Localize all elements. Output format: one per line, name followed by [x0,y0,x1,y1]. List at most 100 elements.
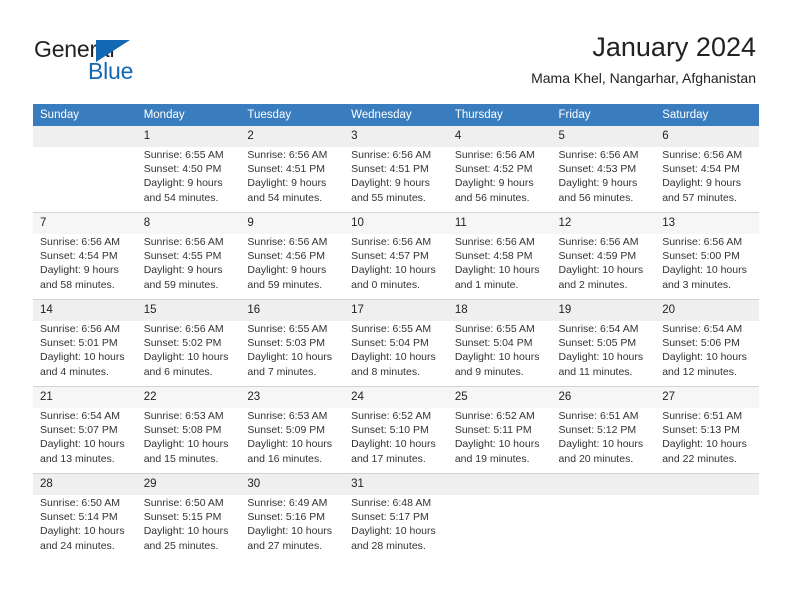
calendar-day-cell[interactable]: 18 Sunrise: 6:55 AM Sunset: 5:04 PM Dayligh… [447,299,552,387]
daylight-text-line1: Daylight: 10 hours [143,438,229,451]
calendar-day-cell[interactable]: 17 Sunrise: 6:55 AM Sunset: 5:04 PM Dayligh… [344,299,448,387]
daylight-text-line1: Daylight: 9 hours [40,264,119,277]
sunrise-text: Sunrise: 6:56 AM [662,149,743,161]
day-number-band: 21 [33,387,137,408]
calendar-day-cell[interactable]: 30 Sunrise: 6:49 AM Sunset: 5:16 PM Dayligh… [240,473,345,560]
weekday-header-wednesday: Wednesday [344,104,448,126]
day-cell-inner [655,474,759,560]
calendar-day-cell[interactable]: 15 Sunrise: 6:56 AM Sunset: 5:02 PM Dayligh… [136,299,241,387]
day-cell-inner: 17 Sunrise: 6:55 AM Sunset: 5:04 PM Dayligh… [344,300,448,386]
daylight-text-line2: and 12 minutes. [662,365,737,378]
daylight-text-line1: Daylight: 10 hours [40,525,125,538]
calendar-day-cell[interactable]: 25 Sunrise: 6:52 AM Sunset: 5:11 PM Dayligh… [447,386,552,474]
calendar-day-cell[interactable]: 3 Sunrise: 6:56 AM Sunset: 4:51 PM Daylight… [344,126,448,213]
calendar-day-cell[interactable]: 11 Sunrise: 6:56 AM Sunset: 4:58 PM Dayligh… [447,212,552,300]
daylight-text-line2: and 20 minutes. [558,452,634,465]
sunrise-text: Sunrise: 6:56 AM [454,236,535,248]
weekday-header-monday: Monday [136,104,241,126]
day-number-band: 26 [551,387,656,408]
calendar-day-cell[interactable]: 6 Sunrise: 6:56 AM Sunset: 4:54 PM Daylight… [655,126,759,213]
day-number-band: 14 [33,300,137,321]
calendar-day-cell[interactable]: 26 Sunrise: 6:51 AM Sunset: 5:12 PM Dayligh… [551,386,656,474]
calendar-day-cell[interactable]: 10 Sunrise: 6:56 AM Sunset: 4:57 PM Dayligh… [344,212,448,300]
sunrise-text: Sunrise: 6:55 AM [351,323,432,335]
day-number: 2 [247,130,254,142]
day-number-band: 12 [551,213,656,234]
calendar-day-cell[interactable]: 27 Sunrise: 6:51 AM Sunset: 5:13 PM Dayligh… [655,386,759,474]
day-number-band: 8 [136,213,241,234]
calendar-day-cell[interactable]: 8 Sunrise: 6:56 AM Sunset: 4:55 PM Daylight… [136,212,241,300]
sunrise-text: Sunrise: 6:56 AM [454,149,535,161]
page-title: January 2024 [592,32,756,62]
daylight-text-line1: Daylight: 10 hours [247,438,333,451]
day-sun-info: Sunrise: 6:56 AM Sunset: 5:00 PM Daylight:… [655,234,759,292]
day-number-band: 23 [240,387,345,408]
calendar-day-cell[interactable]: 29 Sunrise: 6:50 AM Sunset: 5:15 PM Dayligh… [136,473,241,560]
daylight-text-line2: and 59 minutes. [143,278,219,291]
calendar-day-cell[interactable]: 12 Sunrise: 6:56 AM Sunset: 4:59 PM Dayligh… [551,212,656,300]
daylight-text-line1: Daylight: 10 hours [143,525,229,538]
day-number-band: 18 [447,300,552,321]
day-cell-inner: 8 Sunrise: 6:56 AM Sunset: 4:55 PM Daylight… [136,213,241,299]
daylight-text-line1: Daylight: 10 hours [662,351,747,364]
calendar-day-cell[interactable]: 23 Sunrise: 6:53 AM Sunset: 5:09 PM Dayligh… [240,386,345,474]
day-sun-info: Sunrise: 6:56 AM Sunset: 4:51 PM Daylight:… [240,147,344,205]
calendar-empty-cell [551,473,656,560]
daylight-text-line1: Daylight: 10 hours [351,438,436,451]
calendar-day-cell[interactable]: 5 Sunrise: 6:56 AM Sunset: 4:53 PM Daylight… [551,126,656,213]
day-number: 15 [143,304,157,316]
day-number: 4 [454,130,462,142]
calendar-day-cell[interactable]: 24 Sunrise: 6:52 AM Sunset: 5:10 PM Dayligh… [344,386,448,474]
calendar-day-cell[interactable]: 20 Sunrise: 6:54 AM Sunset: 5:06 PM Dayligh… [655,299,759,387]
weekday-header-row: Sunday Monday Tuesday Wednesday Thursday… [33,104,759,126]
calendar-day-cell[interactable]: 4 Sunrise: 6:56 AM Sunset: 4:52 PM Daylight… [447,126,552,213]
calendar-day-cell[interactable]: 2 Sunrise: 6:56 AM Sunset: 4:51 PM Daylight… [240,126,345,213]
calendar-day-cell[interactable]: 13 Sunrise: 6:56 AM Sunset: 5:00 PM Dayligh… [655,212,759,300]
calendar-day-cell[interactable]: 19 Sunrise: 6:54 AM Sunset: 5:05 PM Dayligh… [551,299,656,387]
daylight-text-line2: and 24 minutes. [40,539,115,552]
sunrise-text: Sunrise: 6:55 AM [454,323,535,335]
calendar-day-cell[interactable]: 22 Sunrise: 6:53 AM Sunset: 5:08 PM Dayligh… [136,386,241,474]
day-cell-inner: 31 Sunrise: 6:48 AM Sunset: 5:17 PM Dayligh… [344,474,448,560]
day-number: 21 [40,391,53,403]
calendar-week-row: 28 Sunrise: 6:50 AM Sunset: 5:14 PM Dayligh… [33,473,759,560]
day-number [552,474,656,495]
day-cell-inner: 9 Sunrise: 6:56 AM Sunset: 4:56 PM Daylight… [240,213,345,299]
calendar-week-row: 1 Sunrise: 6:55 AM Sunset: 4:50 PM Daylight… [33,126,759,213]
calendar-week-row: 14 Sunrise: 6:56 AM Sunset: 5:01 PM Dayligh… [33,299,759,387]
calendar-day-cell[interactable]: 28 Sunrise: 6:50 AM Sunset: 5:14 PM Dayligh… [33,473,137,560]
day-cell-inner: 7 Sunrise: 6:56 AM Sunset: 4:54 PM Daylight… [33,213,137,299]
sunrise-text: Sunrise: 6:52 AM [351,410,432,422]
daylight-text-line1: Daylight: 10 hours [454,351,540,364]
sunrise-text: Sunrise: 6:50 AM [40,497,120,509]
sunset-text: Sunset: 4:56 PM [247,250,326,263]
day-number: 18 [454,304,468,316]
daylight-text-line1: Daylight: 10 hours [558,351,644,364]
day-cell-inner: 22 Sunrise: 6:53 AM Sunset: 5:08 PM Dayligh… [136,387,241,473]
sunrise-text: Sunrise: 6:51 AM [558,410,639,422]
day-cell-inner: 16 Sunrise: 6:55 AM Sunset: 5:03 PM Dayligh… [240,300,345,386]
daylight-text-line1: Daylight: 10 hours [247,525,333,538]
day-sun-info: Sunrise: 6:56 AM Sunset: 4:59 PM Daylight:… [552,234,656,292]
calendar-day-cell[interactable]: 14 Sunrise: 6:56 AM Sunset: 5:01 PM Dayligh… [33,299,137,387]
day-sun-info: Sunrise: 6:48 AM Sunset: 5:17 PM Daylight:… [344,495,448,553]
calendar-day-cell[interactable]: 7 Sunrise: 6:56 AM Sunset: 4:54 PM Daylight… [33,212,137,300]
calendar-day-cell[interactable]: 16 Sunrise: 6:55 AM Sunset: 5:03 PM Dayligh… [240,299,345,387]
day-number-band: 20 [655,300,759,321]
sunset-text: Sunset: 5:08 PM [143,424,222,437]
daylight-text-line2: and 22 minutes. [662,452,737,465]
sunset-text: Sunset: 5:01 PM [40,337,118,350]
day-sun-info: Sunrise: 6:51 AM Sunset: 5:12 PM Daylight:… [552,408,656,466]
sunrise-text: Sunrise: 6:56 AM [351,236,432,248]
daylight-text-line1: Daylight: 10 hours [351,264,436,277]
calendar-day-cell[interactable]: 9 Sunrise: 6:56 AM Sunset: 4:56 PM Daylight… [240,212,345,300]
day-cell-inner: 30 Sunrise: 6:49 AM Sunset: 5:16 PM Dayligh… [240,474,345,560]
calendar-day-cell[interactable]: 31 Sunrise: 6:48 AM Sunset: 5:17 PM Dayligh… [344,473,448,560]
sunrise-text: Sunrise: 6:52 AM [454,410,535,422]
calendar-day-cell[interactable]: 1 Sunrise: 6:55 AM Sunset: 4:50 PM Daylight… [136,126,241,213]
daylight-text-line1: Daylight: 10 hours [454,438,540,451]
calendar-day-cell[interactable]: 21 Sunrise: 6:54 AM Sunset: 5:07 PM Dayligh… [33,386,137,474]
sunset-text: Sunset: 5:11 PM [454,424,532,437]
day-sun-info: Sunrise: 6:56 AM Sunset: 5:01 PM Daylight:… [33,321,137,379]
day-number: 27 [662,391,676,403]
